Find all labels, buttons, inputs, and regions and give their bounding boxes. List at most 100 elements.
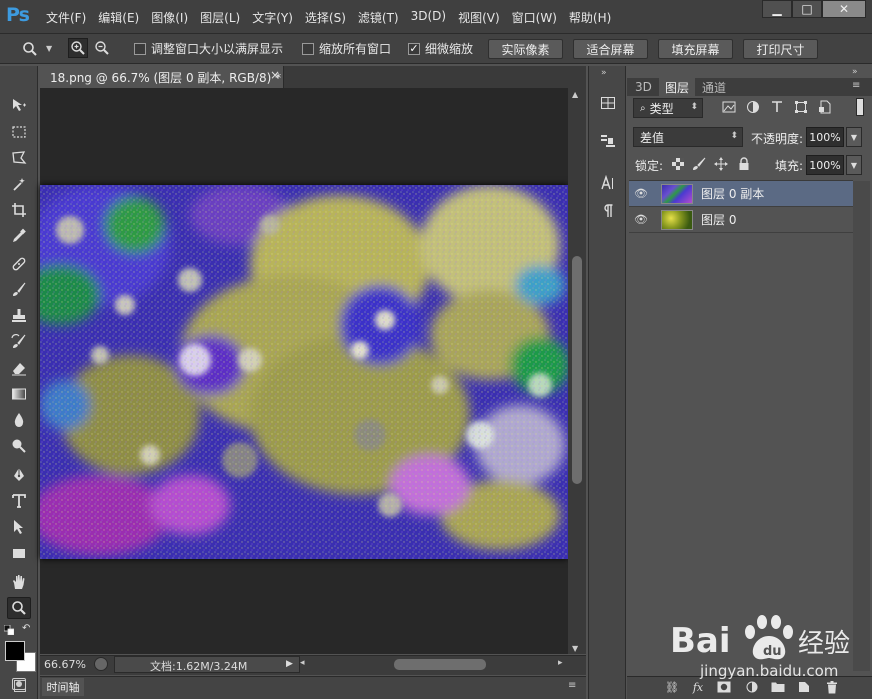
layers-scrollbar[interactable] xyxy=(853,181,870,671)
clone-stamp-tool-icon[interactable] xyxy=(7,305,31,327)
lock-image-pixels-icon[interactable] xyxy=(692,157,706,171)
fill-slider-arrow-icon[interactable]: ▼ xyxy=(846,155,862,175)
timeline-menu-icon[interactable]: ≡ xyxy=(568,680,576,691)
menu-layer[interactable]: 图层(L) xyxy=(194,9,246,26)
opacity-input[interactable]: 100% xyxy=(806,127,844,147)
menu-filter[interactable]: 滤镜(T) xyxy=(352,9,405,26)
fill-input[interactable]: 100% xyxy=(806,155,844,175)
document-close-icon[interactable]: × xyxy=(270,68,280,82)
scroll-right-icon[interactable]: ▸ xyxy=(558,658,563,668)
rectangle-tool-icon[interactable] xyxy=(7,542,31,564)
scrubby-zoom-option[interactable]: ✓ 细微缩放 xyxy=(408,40,473,57)
tab-channels[interactable]: 通道 xyxy=(696,78,732,96)
layer-row-copy[interactable]: 👁 图层 0 副本 xyxy=(629,181,853,207)
gradient-tool-icon[interactable] xyxy=(7,383,31,405)
opacity-slider-arrow-icon[interactable]: ▼ xyxy=(846,127,862,147)
zoom-tool-icon[interactable] xyxy=(7,597,31,619)
filter-pixel-icon[interactable] xyxy=(722,100,736,114)
fill-screen-button[interactable]: 填充屏幕 xyxy=(658,39,733,59)
filter-toggle-switch[interactable] xyxy=(856,98,864,116)
marquee-tool-icon[interactable] xyxy=(7,121,31,143)
resize-windows-checkbox[interactable] xyxy=(134,42,146,55)
scroll-down-icon[interactable]: ▼ xyxy=(572,644,578,653)
default-colors-icon[interactable] xyxy=(3,624,15,636)
lock-transparent-icon[interactable] xyxy=(672,158,684,170)
layer-name[interactable]: 图层 0 副本 xyxy=(701,185,764,202)
lasso-tool-icon[interactable] xyxy=(7,147,31,169)
actual-pixels-button[interactable]: 实际像素 xyxy=(488,39,563,59)
document-canvas-image[interactable] xyxy=(40,185,568,559)
filter-adjustment-icon[interactable] xyxy=(746,100,760,114)
scroll-up-icon[interactable]: ▲ xyxy=(572,90,578,99)
status-menu-arrow-icon[interactable]: ▶ xyxy=(286,659,293,669)
type-tool-icon[interactable] xyxy=(7,490,31,512)
filter-shape-icon[interactable] xyxy=(794,100,808,114)
fit-screen-button[interactable]: 适合屏幕 xyxy=(573,39,648,59)
dodge-tool-icon[interactable] xyxy=(7,435,31,457)
paragraph-panel-icon[interactable] xyxy=(597,200,619,222)
lock-all-icon[interactable] xyxy=(738,157,750,171)
crop-tool-icon[interactable] xyxy=(7,199,31,221)
tab-3d[interactable]: 3D xyxy=(629,78,658,96)
hand-tool-icon[interactable] xyxy=(7,571,31,593)
menu-type[interactable]: 文字(Y) xyxy=(246,9,299,26)
preset-dropdown-icon[interactable]: ▼ xyxy=(46,44,52,53)
dock-collapse-icon[interactable]: » xyxy=(601,68,607,78)
menu-edit[interactable]: 编辑(E) xyxy=(92,9,145,26)
photoshop-logo: Ps xyxy=(6,4,30,26)
resize-windows-option[interactable]: 调整窗口大小以满屏显示 xyxy=(134,40,283,57)
close-window-button[interactable]: ✕ xyxy=(822,0,866,18)
print-size-button[interactable]: 打印尺寸 xyxy=(743,39,818,59)
minimize-button[interactable]: ▁ xyxy=(762,0,792,18)
zoom-out-icon[interactable] xyxy=(92,38,112,58)
layer-name[interactable]: 图层 0 xyxy=(701,211,736,228)
zoom-tool-preset-icon[interactable] xyxy=(20,39,40,59)
tab-layers[interactable]: 图层 xyxy=(659,78,696,96)
swap-colors-icon[interactable]: ↶ xyxy=(22,623,30,634)
filter-smart-object-icon[interactable] xyxy=(818,100,832,114)
document-tab[interactable]: 18.png @ 66.7% (图层 0 副本, RGB/8) * xyxy=(40,66,284,88)
character-panel-icon[interactable] xyxy=(597,172,619,194)
pen-tool-icon[interactable] xyxy=(7,464,31,486)
scrubby-zoom-checkbox[interactable]: ✓ xyxy=(408,42,420,55)
vertical-scroll-thumb[interactable] xyxy=(572,256,582,484)
filter-type-icon[interactable] xyxy=(770,100,784,114)
menu-image[interactable]: 图像(I) xyxy=(145,9,194,26)
zoom-level-field[interactable]: 66.67% xyxy=(44,658,86,671)
menu-view[interactable]: 视图(V) xyxy=(452,9,506,26)
menu-help[interactable]: 帮助(H) xyxy=(563,9,617,26)
menu-3d[interactable]: 3D(D) xyxy=(405,9,452,26)
menu-select[interactable]: 选择(S) xyxy=(299,9,352,26)
menu-window[interactable]: 窗口(W) xyxy=(506,9,563,26)
brush-tool-icon[interactable] xyxy=(7,279,31,301)
layer-visibility-eye-icon[interactable]: 👁 xyxy=(629,213,653,226)
zoom-all-windows-checkbox[interactable] xyxy=(302,42,314,55)
zoom-in-icon[interactable] xyxy=(68,38,88,58)
path-selection-tool-icon[interactable] xyxy=(7,516,31,538)
eraser-tool-icon[interactable] xyxy=(7,357,31,379)
navigator-panel-icon[interactable] xyxy=(597,92,619,114)
scroll-left-icon[interactable]: ◂ xyxy=(300,658,305,668)
healing-brush-tool-icon[interactable] xyxy=(7,253,31,275)
history-panel-icon[interactable] xyxy=(597,130,619,152)
panel-collapse-icon[interactable]: » xyxy=(852,67,858,77)
foreground-color-swatch[interactable] xyxy=(5,641,25,661)
zoom-all-windows-option[interactable]: 缩放所有窗口 xyxy=(302,40,391,57)
history-brush-tool-icon[interactable] xyxy=(7,331,31,353)
panel-menu-icon[interactable]: ≡ xyxy=(852,80,860,91)
magic-wand-tool-icon[interactable] xyxy=(7,173,31,195)
layer-visibility-eye-icon[interactable]: 👁 xyxy=(629,187,653,200)
horizontal-scroll-thumb[interactable] xyxy=(394,659,486,670)
screen-mode-icon[interactable] xyxy=(14,680,26,692)
maximize-button[interactable]: □ xyxy=(792,0,822,18)
status-info-icon[interactable] xyxy=(94,657,108,671)
menu-file[interactable]: 文件(F) xyxy=(40,9,92,26)
blend-mode-dropdown[interactable]: 差值 ⬍ xyxy=(633,127,743,147)
eyedropper-tool-icon[interactable] xyxy=(7,225,31,247)
move-tool-icon[interactable] xyxy=(7,94,31,116)
lock-position-icon[interactable] xyxy=(714,157,728,171)
timeline-tab[interactable]: 时间轴 xyxy=(42,678,84,696)
layer-row-base[interactable]: 👁 图层 0 xyxy=(629,207,853,233)
layer-filter-dropdown[interactable]: ⌕ 类型 ⬍ xyxy=(633,98,703,118)
blur-tool-icon[interactable] xyxy=(7,409,31,431)
